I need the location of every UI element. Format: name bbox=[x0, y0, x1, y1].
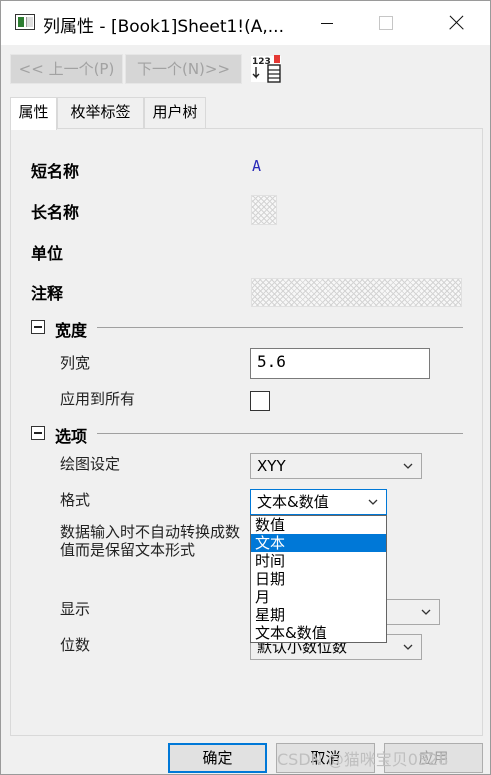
no-auto-convert-label: 数据输入时不自动转换成数值而是保留文本形式 bbox=[60, 523, 241, 559]
watermark: CSDN @猫咪宝贝0328 bbox=[277, 750, 449, 769]
long-name-field[interactable] bbox=[251, 195, 277, 225]
unit-label: 单位 bbox=[31, 244, 64, 263]
window-title: 列属性 - [Book1]Sheet1!(A,... bbox=[43, 17, 284, 37]
section-divider bbox=[97, 327, 463, 328]
maximize-button[interactable] bbox=[362, 1, 408, 45]
comment-field[interactable] bbox=[251, 278, 462, 307]
options-section-header: 选项 bbox=[31, 424, 463, 446]
format-option-date[interactable]: 日期 bbox=[251, 570, 386, 588]
format-option-weekday[interactable]: 星期 bbox=[251, 606, 386, 624]
short-name-label: 短名称 bbox=[31, 162, 80, 181]
close-button[interactable] bbox=[433, 1, 479, 45]
column-properties-dialog: 列属性 - [Book1]Sheet1!(A,... << 上一个(P) 下一个… bbox=[0, 0, 491, 775]
display-label: 显示 bbox=[60, 600, 91, 618]
column-width-input[interactable]: 5.6 bbox=[250, 348, 430, 379]
comment-label: 注释 bbox=[31, 284, 64, 303]
format-option-month[interactable]: 月 bbox=[251, 588, 386, 606]
plot-designation-label: 绘图设定 bbox=[60, 455, 121, 473]
format-label: 格式 bbox=[60, 491, 91, 509]
collapse-icon[interactable] bbox=[31, 320, 45, 334]
format-option-text[interactable]: 文本 bbox=[251, 534, 386, 552]
chevron-down-icon bbox=[368, 499, 378, 505]
format-select[interactable]: 文本&数值 bbox=[250, 489, 387, 515]
format-option-text-numeric[interactable]: 文本&数值 bbox=[251, 624, 386, 642]
chevron-down-icon bbox=[403, 644, 413, 650]
width-section-header: 宽度 bbox=[31, 318, 463, 340]
plot-designation-select[interactable]: XYY bbox=[250, 453, 422, 479]
tab-enum-labels[interactable]: 枚举标签 bbox=[57, 97, 144, 128]
ok-button[interactable]: 确定 bbox=[168, 743, 267, 773]
previous-button[interactable]: << 上一个(P) bbox=[10, 54, 123, 84]
next-button[interactable]: 下一个(N)>> bbox=[125, 54, 242, 84]
title-bar: 列属性 - [Book1]Sheet1!(A,... bbox=[1, 1, 490, 45]
long-name-label: 长名称 bbox=[31, 203, 80, 222]
tab-user-tree[interactable]: 用户树 bbox=[144, 97, 206, 128]
collapse-icon[interactable] bbox=[31, 426, 45, 440]
apply-to-all-checkbox[interactable] bbox=[250, 391, 270, 411]
format-option-numeric[interactable]: 数值 bbox=[251, 516, 386, 534]
section-divider bbox=[97, 433, 463, 434]
width-section-title: 宽度 bbox=[55, 321, 88, 340]
chevron-down-icon bbox=[421, 609, 431, 615]
digits-label: 位数 bbox=[60, 636, 91, 654]
short-name-value: A bbox=[252, 157, 262, 175]
format-value: 文本&数值 bbox=[257, 493, 329, 511]
apply-to-all-label: 应用到所有 bbox=[60, 390, 136, 408]
format-option-time[interactable]: 时间 bbox=[251, 552, 386, 570]
chevron-down-icon bbox=[403, 463, 413, 469]
app-icon bbox=[15, 14, 35, 30]
minimize-button[interactable] bbox=[304, 1, 350, 45]
format-dropdown-list: 数值 文本 时间 日期 月 星期 文本&数值 bbox=[250, 515, 387, 643]
options-section-title: 选项 bbox=[55, 427, 88, 446]
tab-properties[interactable]: 属性 bbox=[10, 97, 57, 130]
spreadsheet-column-icon[interactable]: 123 bbox=[250, 53, 282, 85]
plot-designation-value: XYY bbox=[257, 457, 286, 475]
column-width-label: 列宽 bbox=[60, 354, 91, 372]
